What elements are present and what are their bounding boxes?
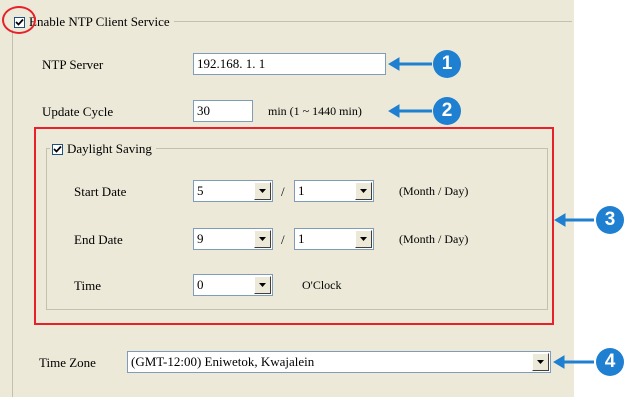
callout-badge-4: 4 [596,348,624,376]
callout-badge-3: 3 [596,206,624,234]
callout-arrows [388,57,594,369]
callout-badge-2: 2 [433,97,461,125]
callout-badge-1: 1 [433,50,461,78]
